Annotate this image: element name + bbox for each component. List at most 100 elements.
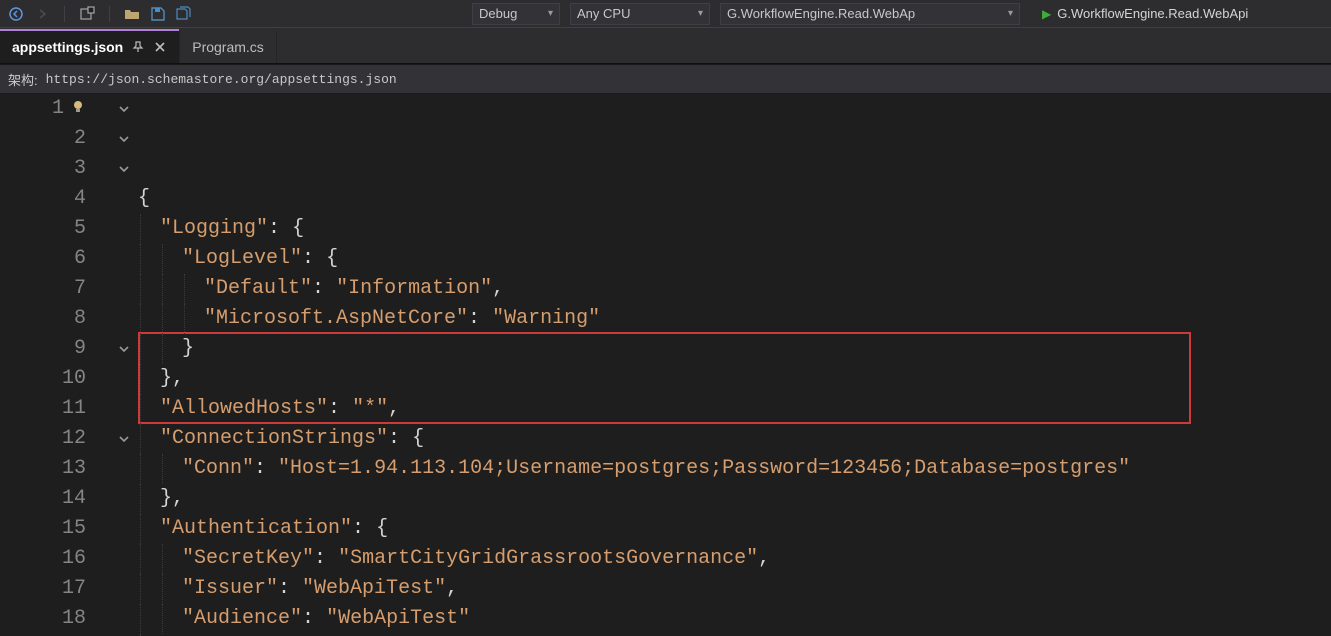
- line-number: 13: [0, 454, 102, 484]
- fold-spacer: [110, 604, 138, 634]
- code-text: "Audience": "WebApiTest": [182, 607, 470, 630]
- indent-guide: [184, 304, 185, 334]
- startup-project-label: G.WorkflowEngine.Read.WebAp: [727, 6, 915, 21]
- code-line[interactable]: {: [138, 184, 1331, 214]
- fold-spacer: [110, 394, 138, 424]
- line-number: 4: [0, 184, 102, 214]
- code-line[interactable]: "AllowedHosts": "*",: [138, 394, 1331, 424]
- tab-programcs[interactable]: Program.cs: [180, 31, 277, 63]
- fold-column: [110, 94, 138, 636]
- code-area[interactable]: {"Logging": { "LogLevel": { "Default": "In…: [138, 94, 1331, 636]
- schema-bar: 架构: https://json.schemastore.org/appsett…: [0, 64, 1331, 94]
- open-file-icon[interactable]: [124, 6, 140, 22]
- indent-guide: [162, 574, 163, 604]
- nav-fwd-icon[interactable]: [34, 6, 50, 22]
- tab-label: Program.cs: [192, 39, 264, 55]
- line-number: 15: [0, 514, 102, 544]
- toolbar-left-icons: [8, 6, 192, 22]
- indent-guide: [162, 304, 163, 334]
- code-line[interactable]: "Issuer": "WebApiTest",: [138, 574, 1331, 604]
- schema-label: 架构:: [8, 70, 38, 89]
- code-text: "ConnectionStrings": {: [160, 427, 424, 450]
- fold-spacer: [110, 184, 138, 214]
- run-label: G.WorkflowEngine.Read.WebApi: [1057, 6, 1248, 21]
- save-icon[interactable]: [150, 6, 166, 22]
- fold-spacer: [110, 514, 138, 544]
- line-number: 11: [0, 394, 102, 424]
- code-text: "Conn": "Host=1.94.113.104;Username=post…: [182, 457, 1130, 480]
- nav-back-icon[interactable]: [8, 6, 24, 22]
- tab-appsettings[interactable]: appsettings.json: [0, 31, 180, 63]
- fold-toggle[interactable]: [110, 124, 138, 154]
- main-toolbar: Debug ▾ Any CPU ▾ G.WorkflowEngine.Read.…: [0, 0, 1331, 28]
- fold-spacer: [110, 364, 138, 394]
- schema-url[interactable]: https://json.schemastore.org/appsettings…: [46, 72, 1323, 87]
- indent-guide: [162, 454, 163, 484]
- indent-guide: [140, 214, 141, 244]
- code-line[interactable]: "Authentication": {: [138, 514, 1331, 544]
- fold-spacer: [110, 214, 138, 244]
- pin-icon[interactable]: [131, 40, 145, 54]
- indent-guide: [140, 364, 141, 394]
- fold-toggle[interactable]: [110, 154, 138, 184]
- indent-guide: [140, 604, 141, 634]
- code-line[interactable]: "Microsoft.AspNetCore": "Warning": [138, 304, 1331, 334]
- indent-guide: [140, 334, 141, 364]
- line-number-gutter: 123456789101112131415161718: [0, 94, 110, 636]
- code-line[interactable]: "Audience": "WebApiTest": [138, 604, 1331, 634]
- toolbar-separator: [64, 6, 65, 22]
- line-number: 16: [0, 544, 102, 574]
- fold-spacer: [110, 484, 138, 514]
- lightbulb-icon[interactable]: [68, 96, 86, 114]
- indent-guide: [162, 544, 163, 574]
- build-config-label: Debug: [479, 6, 517, 21]
- indent-guide: [140, 514, 141, 544]
- indent-guide: [140, 244, 141, 274]
- code-line[interactable]: "LogLevel": {: [138, 244, 1331, 274]
- code-line[interactable]: },: [138, 484, 1331, 514]
- fold-toggle[interactable]: [110, 334, 138, 364]
- new-item-icon[interactable]: [79, 6, 95, 22]
- code-text: "LogLevel": {: [182, 247, 338, 270]
- indent-guide: [162, 274, 163, 304]
- platform-label: Any CPU: [577, 6, 630, 21]
- indent-guide: [162, 334, 163, 364]
- line-number: 3: [0, 154, 102, 184]
- run-button[interactable]: ▶ G.WorkflowEngine.Read.WebApi: [1030, 6, 1248, 21]
- code-line[interactable]: "ConnectionStrings": {: [138, 424, 1331, 454]
- line-number: 6: [0, 244, 102, 274]
- code-line[interactable]: "SecretKey": "SmartCityGridGrassrootsGov…: [138, 544, 1331, 574]
- fold-spacer: [110, 454, 138, 484]
- code-text: "AllowedHosts": "*",: [160, 397, 400, 420]
- startup-project-dropdown[interactable]: G.WorkflowEngine.Read.WebAp ▾: [720, 3, 1020, 25]
- platform-dropdown[interactable]: Any CPU ▾: [570, 3, 710, 25]
- code-text: },: [160, 367, 184, 390]
- chevron-down-icon: ▾: [698, 8, 703, 19]
- code-text: "SecretKey": "SmartCityGridGrassrootsGov…: [182, 547, 770, 570]
- indent-guide: [140, 454, 141, 484]
- line-number: 7: [0, 274, 102, 304]
- fold-spacer: [110, 274, 138, 304]
- indent-guide: [184, 274, 185, 304]
- tab-label: appsettings.json: [12, 39, 123, 55]
- code-text: "Issuer": "WebApiTest",: [182, 577, 458, 600]
- code-editor[interactable]: 123456789101112131415161718 {"Logging": …: [0, 94, 1331, 636]
- fold-toggle[interactable]: [110, 94, 138, 124]
- code-line[interactable]: "Default": "Information",: [138, 274, 1331, 304]
- line-number: 10: [0, 364, 102, 394]
- save-all-icon[interactable]: [176, 6, 192, 22]
- code-line[interactable]: },: [138, 364, 1331, 394]
- fold-spacer: [110, 304, 138, 334]
- document-tabbar: appsettings.json Program.cs: [0, 28, 1331, 64]
- fold-spacer: [110, 244, 138, 274]
- code-line[interactable]: "Conn": "Host=1.94.113.104;Username=post…: [138, 454, 1331, 484]
- close-icon[interactable]: [153, 40, 167, 54]
- fold-toggle[interactable]: [110, 424, 138, 454]
- line-number: 2: [0, 124, 102, 154]
- code-line[interactable]: }: [138, 334, 1331, 364]
- code-text: },: [160, 487, 184, 510]
- code-line[interactable]: "Logging": {: [138, 214, 1331, 244]
- build-config-dropdown[interactable]: Debug ▾: [472, 3, 560, 25]
- line-number: 5: [0, 214, 102, 244]
- indent-guide: [140, 424, 141, 454]
